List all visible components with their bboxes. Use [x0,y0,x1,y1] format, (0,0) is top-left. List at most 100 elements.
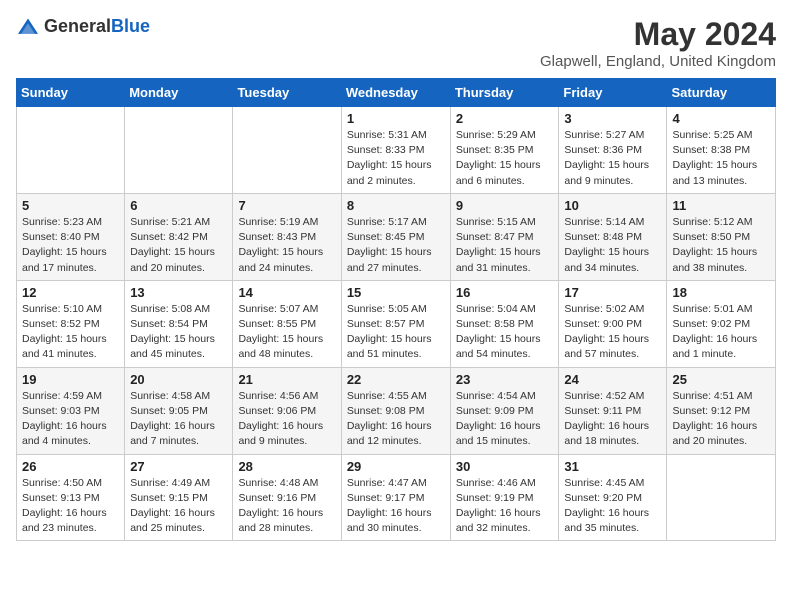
day-number: 7 [238,198,335,213]
day-info: Sunrise: 5:01 AM Sunset: 9:02 PM Dayligh… [672,302,770,363]
calendar-cell: 6Sunrise: 5:21 AM Sunset: 8:42 PM Daylig… [125,193,233,280]
day-number: 3 [564,111,661,126]
day-number: 24 [564,372,661,387]
calendar-cell: 11 Sunrise: 5:12 AM Sunset: 8:50 PM Dayli… [667,193,776,280]
calendar-cell: 28 Sunrise: 4:48 AM Sunset: 9:16 PM Dayli… [233,454,341,541]
calendar-cell: 18 Sunrise: 5:01 AM Sunset: 9:02 PM Dayli… [667,280,776,367]
day-info: Sunrise: 5:07 AM Sunset: 8:55 PM Dayligh… [238,302,335,363]
calendar-cell: 10 Sunrise: 5:14 AM Sunset: 8:48 PM Dayli… [559,193,667,280]
day-number: 26 [22,459,119,474]
day-number: 29 [347,459,445,474]
calendar-cell: 5 Sunrise: 5:23 AM Sunset: 8:40 PM Daylig… [17,193,125,280]
day-number: 12 [22,285,119,300]
calendar-cell [125,107,233,194]
day-number: 14 [238,285,335,300]
title-block: May 2024 Glapwell, England, United Kingd… [540,16,776,70]
weekday-header-friday: Friday [559,79,667,107]
day-info: Sunrise: 4:45 AM Sunset: 9:20 PM Dayligh… [564,476,661,537]
day-info: Sunrise: 5:19 AM Sunset: 8:43 PM Dayligh… [238,215,335,276]
day-info: Sunrise: 5:31 AM Sunset: 8:33 PM Dayligh… [347,128,445,189]
day-info: Sunrise: 4:50 AM Sunset: 9:13 PM Dayligh… [22,476,119,537]
weekday-header-sunday: Sunday [17,79,125,107]
day-number: 4 [672,111,770,126]
day-info: Sunrise: 5:25 AM Sunset: 8:38 PM Dayligh… [672,128,770,189]
calendar-cell: 25Sunrise: 4:51 AM Sunset: 9:12 PM Dayli… [667,367,776,454]
calendar-cell [667,454,776,541]
logo: GeneralBlue [16,16,150,37]
calendar-cell: 21Sunrise: 4:56 AM Sunset: 9:06 PM Dayli… [233,367,341,454]
day-info: Sunrise: 4:56 AM Sunset: 9:06 PM Dayligh… [238,389,335,450]
day-number: 18 [672,285,770,300]
day-info: Sunrise: 5:27 AM Sunset: 8:36 PM Dayligh… [564,128,661,189]
day-number: 17 [564,285,661,300]
day-number: 25 [672,372,770,387]
day-number: 11 [672,198,770,213]
calendar-week-row: 26 Sunrise: 4:50 AM Sunset: 9:13 PM Dayli… [17,454,776,541]
location-subtitle: Glapwell, England, United Kingdom [540,53,776,70]
day-number: 30 [456,459,554,474]
weekday-header-monday: Monday [125,79,233,107]
day-number: 8 [347,198,445,213]
day-number: 22 [347,372,445,387]
day-info: Sunrise: 5:14 AM Sunset: 8:48 PM Dayligh… [564,215,661,276]
calendar-cell [233,107,341,194]
day-info: Sunrise: 5:23 AM Sunset: 8:40 PM Dayligh… [22,215,119,276]
day-number: 6 [130,198,227,213]
day-number: 5 [22,198,119,213]
calendar-cell: 23 Sunrise: 4:54 AM Sunset: 9:09 PM Dayli… [450,367,559,454]
month-year-title: May 2024 [540,16,776,53]
calendar-cell: 27 Sunrise: 4:49 AM Sunset: 9:15 PM Dayli… [125,454,233,541]
logo-general-text: GeneralBlue [44,16,150,37]
day-info: Sunrise: 4:49 AM Sunset: 9:15 PM Dayligh… [130,476,227,537]
calendar-table: SundayMondayTuesdayWednesdayThursdayFrid… [16,78,776,541]
calendar-week-row: 1 Sunrise: 5:31 AM Sunset: 8:33 PM Daylig… [17,107,776,194]
calendar-cell: 2 Sunrise: 5:29 AM Sunset: 8:35 PM Daylig… [450,107,559,194]
calendar-cell: 29Sunrise: 4:47 AM Sunset: 9:17 PM Dayli… [341,454,450,541]
weekday-header-saturday: Saturday [667,79,776,107]
calendar-cell: 20 Sunrise: 4:58 AM Sunset: 9:05 PM Dayli… [125,367,233,454]
day-number: 10 [564,198,661,213]
day-info: Sunrise: 5:12 AM Sunset: 8:50 PM Dayligh… [672,215,770,276]
day-info: Sunrise: 4:48 AM Sunset: 9:16 PM Dayligh… [238,476,335,537]
calendar-cell: 12 Sunrise: 5:10 AM Sunset: 8:52 PM Dayli… [17,280,125,367]
day-number: 2 [456,111,554,126]
day-number: 16 [456,285,554,300]
day-info: Sunrise: 4:58 AM Sunset: 9:05 PM Dayligh… [130,389,227,450]
calendar-cell: 3 Sunrise: 5:27 AM Sunset: 8:36 PM Daylig… [559,107,667,194]
day-info: Sunrise: 4:52 AM Sunset: 9:11 PM Dayligh… [564,389,661,450]
calendar-cell: 8 Sunrise: 5:17 AM Sunset: 8:45 PM Daylig… [341,193,450,280]
calendar-cell: 26 Sunrise: 4:50 AM Sunset: 9:13 PM Dayli… [17,454,125,541]
calendar-week-row: 12 Sunrise: 5:10 AM Sunset: 8:52 PM Dayli… [17,280,776,367]
day-info: Sunrise: 5:10 AM Sunset: 8:52 PM Dayligh… [22,302,119,363]
day-number: 19 [22,372,119,387]
calendar-header-row: SundayMondayTuesdayWednesdayThursdayFrid… [17,79,776,107]
calendar-week-row: 19 Sunrise: 4:59 AM Sunset: 9:03 PM Dayli… [17,367,776,454]
day-info: Sunrise: 4:55 AM Sunset: 9:08 PM Dayligh… [347,389,445,450]
day-info: Sunrise: 5:17 AM Sunset: 8:45 PM Dayligh… [347,215,445,276]
calendar-cell: 31 Sunrise: 4:45 AM Sunset: 9:20 PM Dayli… [559,454,667,541]
day-info: Sunrise: 4:54 AM Sunset: 9:09 PM Dayligh… [456,389,554,450]
day-info: Sunrise: 4:59 AM Sunset: 9:03 PM Dayligh… [22,389,119,450]
day-info: Sunrise: 5:29 AM Sunset: 8:35 PM Dayligh… [456,128,554,189]
day-number: 23 [456,372,554,387]
weekday-header-wednesday: Wednesday [341,79,450,107]
calendar-cell: 30 Sunrise: 4:46 AM Sunset: 9:19 PM Dayli… [450,454,559,541]
day-number: 15 [347,285,445,300]
day-info: Sunrise: 5:08 AM Sunset: 8:54 PM Dayligh… [130,302,227,363]
calendar-cell: 9Sunrise: 5:15 AM Sunset: 8:47 PM Daylig… [450,193,559,280]
day-number: 20 [130,372,227,387]
day-info: Sunrise: 5:02 AM Sunset: 9:00 PM Dayligh… [564,302,661,363]
day-number: 28 [238,459,335,474]
calendar-cell: 17 Sunrise: 5:02 AM Sunset: 9:00 PM Dayli… [559,280,667,367]
day-number: 1 [347,111,445,126]
calendar-cell: 19 Sunrise: 4:59 AM Sunset: 9:03 PM Dayli… [17,367,125,454]
day-number: 13 [130,285,227,300]
calendar-cell: 22 Sunrise: 4:55 AM Sunset: 9:08 PM Dayli… [341,367,450,454]
page-header: GeneralBlue May 2024 Glapwell, England, … [16,16,776,70]
day-info: Sunrise: 4:46 AM Sunset: 9:19 PM Dayligh… [456,476,554,537]
calendar-cell: 1 Sunrise: 5:31 AM Sunset: 8:33 PM Daylig… [341,107,450,194]
calendar-cell: 7 Sunrise: 5:19 AM Sunset: 8:43 PM Daylig… [233,193,341,280]
day-number: 27 [130,459,227,474]
calendar-cell: 15Sunrise: 5:05 AM Sunset: 8:57 PM Dayli… [341,280,450,367]
day-number: 31 [564,459,661,474]
